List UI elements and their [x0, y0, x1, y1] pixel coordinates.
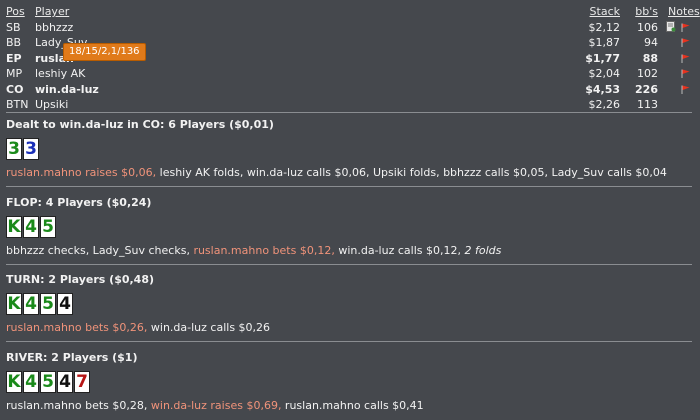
player-row[interactable]: SB bbhzzz $2,12 106	[0, 20, 700, 36]
player-stack: $1,87	[588, 36, 621, 49]
player-stack: $4,53	[585, 82, 620, 96]
header-notes[interactable]: Notes	[668, 4, 700, 20]
highlighted-action: ruslan.mahno bets $0,12,	[193, 244, 335, 257]
playing-card: 7	[74, 371, 90, 393]
street-actions: ruslan.mahno raises $0,06, leshiy AK fol…	[6, 166, 667, 179]
player-stack: $2,26	[588, 98, 621, 111]
action-text: bbhzzz checks, Lady_Suv checks,	[6, 244, 194, 257]
street-actions: ruslan.mahno bets $0,28, win.da-luz rais…	[6, 399, 424, 412]
player-position: EP	[6, 51, 22, 65]
playing-card: 3	[6, 138, 22, 160]
action-text: win.da-luz calls $0,12,	[334, 244, 465, 257]
card-group: K454	[6, 293, 73, 315]
player-row[interactable]: CO win.da-luz $4,53 226	[0, 82, 700, 98]
action-text: leshiy AK folds, win.da-luz calls $0,06,…	[156, 166, 667, 179]
player-bbs: 106	[637, 20, 658, 34]
street-title: TURN: 2 Players ($0,48)	[6, 273, 155, 286]
player-bbs: 88	[642, 51, 658, 65]
player-stack: $2,04	[588, 67, 621, 80]
card-group: 33	[6, 138, 39, 160]
card-group: K4547	[6, 371, 90, 393]
action-text: ruslan.mahno calls $0,41	[281, 399, 424, 412]
flag-icon[interactable]	[681, 54, 690, 63]
note-icon[interactable]	[666, 20, 676, 32]
playing-card: 4	[23, 293, 39, 315]
highlighted-action: win.da-luz raises $0,69,	[150, 399, 282, 412]
playing-card: 4	[23, 371, 39, 393]
flag-icon[interactable]	[681, 23, 690, 32]
header-bbs[interactable]: bb's	[635, 4, 658, 20]
player-bbs: 102	[637, 67, 658, 80]
playing-card: 5	[40, 371, 56, 393]
divider	[6, 112, 692, 113]
highlighted-action: ruslan.mahno bets $0,26,	[6, 321, 148, 334]
player-position: BB	[6, 36, 22, 49]
playing-card: K	[6, 371, 22, 393]
player-row[interactable]: MP leshiy AK $2,04 102	[0, 66, 700, 82]
player-bbs: 113	[637, 98, 658, 111]
playing-card: 5	[40, 293, 56, 315]
card-group: K45	[6, 216, 56, 238]
playing-card: K	[6, 216, 22, 238]
action-text: ruslan.mahno bets $0,28,	[6, 399, 151, 412]
flag-icon[interactable]	[681, 38, 690, 47]
player-bbs: 94	[644, 36, 658, 49]
player-stack: $2,12	[588, 20, 621, 34]
street-title: Dealt to win.da-luz in CO: 6 Players ($0…	[6, 118, 274, 131]
player-table-header: Pos Player Stack bb's Notes	[0, 4, 700, 20]
header-pos[interactable]: Pos	[6, 4, 25, 20]
playing-card: 4	[57, 371, 73, 393]
player-name: bbhzzz	[35, 20, 74, 34]
player-position: BTN	[6, 98, 29, 111]
highlighted-action: ruslan.mahno raises $0,06,	[6, 166, 157, 179]
header-player[interactable]: Player	[35, 4, 69, 20]
divider	[6, 264, 692, 265]
action-text: win.da-luz calls $0,26	[147, 321, 271, 334]
player-row[interactable]: BTN Upsiki $2,26 113	[0, 97, 700, 113]
street-title: FLOP: 4 Players ($0,24)	[6, 196, 152, 209]
street-title: RIVER: 2 Players ($1)	[6, 351, 138, 364]
playing-card: 4	[57, 293, 73, 315]
divider	[6, 341, 692, 342]
player-stack: $1,77	[585, 51, 620, 65]
player-position: CO	[6, 82, 24, 96]
flag-icon[interactable]	[681, 69, 690, 78]
street-actions: bbhzzz checks, Lady_Suv checks, ruslan.m…	[6, 244, 501, 257]
player-stats-tooltip: 18/15/2,1/136	[63, 43, 146, 61]
header-stack[interactable]: Stack	[590, 4, 620, 20]
street-actions: ruslan.mahno bets $0,26, win.da-luz call…	[6, 321, 270, 334]
playing-card: K	[6, 293, 22, 315]
player-name: leshiy AK	[35, 67, 86, 80]
playing-card: 3	[23, 138, 39, 160]
flag-icon[interactable]	[681, 85, 690, 94]
player-name: win.da-luz	[35, 82, 99, 96]
hand-history-panel: Pos Player Stack bb's Notes SB bbhzzz $2,1…	[0, 0, 700, 420]
playing-card: 4	[23, 216, 39, 238]
player-position: SB	[6, 20, 21, 34]
playing-card: 5	[40, 216, 56, 238]
player-name: Upsiki	[35, 98, 69, 111]
player-bbs: 226	[635, 82, 658, 96]
player-position: MP	[6, 67, 23, 80]
divider	[6, 186, 692, 187]
action-text: 2 folds	[464, 244, 502, 257]
